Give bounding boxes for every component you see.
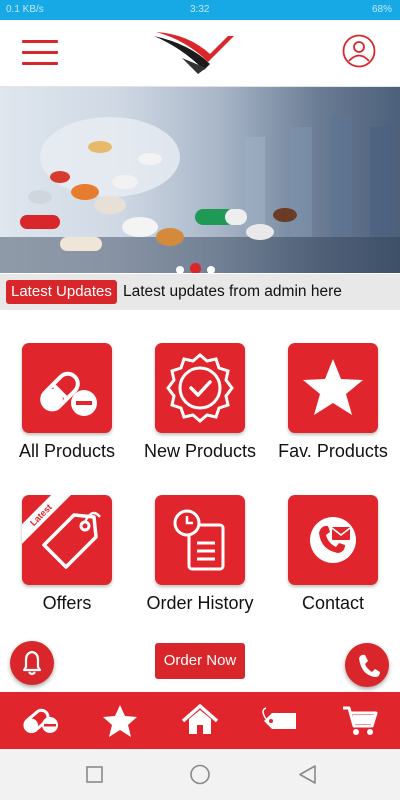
order-history-tile[interactable] — [155, 495, 245, 585]
latest-updates-badge: Latest Updates — [6, 280, 117, 304]
status-bar: 0.1 KB/s 3:32 68% — [0, 0, 400, 20]
profile-icon[interactable] — [342, 34, 376, 68]
call-button[interactable] — [345, 643, 389, 687]
network-speed: 0.1 KB/s — [6, 4, 44, 15]
home-icon — [181, 704, 219, 734]
clock: 3:32 — [190, 4, 210, 15]
menu-line — [22, 62, 58, 65]
all-products-label: All Products — [18, 441, 116, 461]
tag-icon — [262, 707, 296, 729]
carousel-dot[interactable] — [176, 266, 184, 273]
brand-logo — [154, 32, 234, 74]
nav-products-button[interactable] — [18, 700, 62, 740]
battery-level: 68% — [371, 4, 392, 15]
new-products-label: New Products — [143, 441, 257, 461]
recent-apps-icon[interactable] — [86, 766, 103, 783]
contact-phone-icon — [310, 517, 356, 563]
system-navigation-bar — [0, 749, 400, 800]
menu-line — [22, 51, 58, 54]
offers-tile[interactable]: Latest — [22, 495, 112, 585]
bottom-navigation — [0, 692, 400, 749]
price-tag-icon — [42, 511, 101, 569]
all-products-tile[interactable] — [22, 343, 112, 433]
latest-updates-bar: Latest Updates Latest updates from admin… — [0, 274, 400, 310]
offers-label: Offers — [42, 593, 92, 613]
badge-check-icon — [166, 353, 234, 423]
menu-button[interactable] — [22, 40, 58, 66]
contact-label: Contact — [301, 593, 365, 613]
cart-icon — [343, 706, 378, 735]
banner-carousel[interactable] — [0, 87, 400, 273]
star-icon — [303, 359, 363, 415]
clipboard-clock-icon — [173, 509, 225, 571]
star-icon — [103, 705, 137, 737]
order-now-button[interactable]: Order Now — [155, 643, 245, 679]
phone-icon — [359, 654, 380, 677]
pills-icon — [40, 371, 97, 416]
notification-button[interactable] — [10, 641, 54, 685]
fav-products-tile[interactable] — [288, 343, 378, 433]
fav-products-label: Fav. Products — [278, 441, 388, 461]
nav-cart-button[interactable] — [338, 700, 382, 740]
carousel-indicators — [176, 261, 221, 273]
order-history-label: Order History — [146, 593, 254, 613]
app-bar — [0, 20, 400, 87]
bell-icon — [22, 650, 42, 676]
nav-offers-button[interactable] — [258, 700, 302, 740]
home-system-icon[interactable] — [190, 764, 210, 785]
back-icon[interactable] — [299, 765, 316, 784]
menu-line — [22, 40, 58, 43]
nav-favourites-button[interactable] — [98, 700, 142, 740]
new-products-tile[interactable] — [155, 343, 245, 433]
latest-updates-message[interactable]: Latest updates from admin here — [123, 283, 342, 301]
pills-banner-image — [0, 117, 400, 273]
nav-home-button[interactable] — [178, 700, 222, 740]
carousel-dot-active[interactable] — [190, 263, 201, 273]
contact-tile[interactable] — [288, 495, 378, 585]
pills-icon — [23, 708, 58, 734]
carousel-dot[interactable] — [207, 266, 215, 273]
